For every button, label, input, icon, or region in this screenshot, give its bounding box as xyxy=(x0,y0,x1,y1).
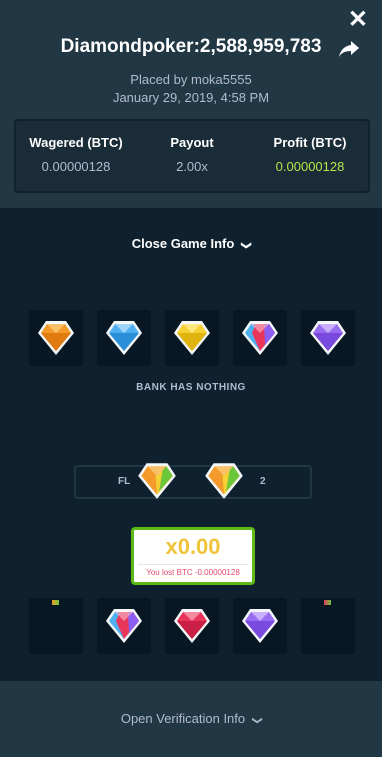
player-gem-4 xyxy=(233,598,287,654)
dealer-gem-2 xyxy=(97,310,151,366)
mini-gem-indicator xyxy=(52,600,59,605)
payout-stat: Payout 2.00x xyxy=(142,135,242,174)
result-multiplier: x0.00 xyxy=(165,534,221,559)
chevron-down-icon: ❯ xyxy=(251,716,263,725)
yellow-gem-icon xyxy=(174,321,210,355)
player-slot-5 xyxy=(301,598,355,654)
bet-title: Diamondpoker:2,588,959,783 xyxy=(60,36,322,57)
payout-value: 2.00x xyxy=(176,159,208,174)
placed-by: Placed by moka5555 xyxy=(130,72,252,87)
hand-slot-bar: FL 2 xyxy=(74,465,312,499)
result-lost-text: You lost BTC -0.00000128 xyxy=(146,568,240,577)
rainbow-gem-icon xyxy=(242,321,278,355)
verify-label: Open Verification Info xyxy=(120,711,246,726)
slot-label-right: 2 xyxy=(260,476,266,487)
chevron-down-icon: ❯ xyxy=(240,241,252,250)
profit-value: 0.00000128 xyxy=(275,159,345,174)
open-verification-toggle[interactable]: Open Verification Info ❯ xyxy=(0,711,382,726)
bet-date: January 29, 2019, 4:58 PM xyxy=(112,90,270,105)
floating-gem-2 xyxy=(205,463,243,499)
wagered-label: Wagered (BTC) xyxy=(29,135,123,150)
purple-gem-icon xyxy=(310,321,346,355)
dealer-gem-1 xyxy=(29,310,83,366)
red-gem-icon xyxy=(174,609,210,643)
bank-status: BANK HAS NOTHING xyxy=(136,382,246,393)
dealer-gem-3 xyxy=(165,310,219,366)
rainbow-gem-icon xyxy=(106,609,142,643)
orange-gem-icon xyxy=(38,321,74,355)
payout-label: Payout xyxy=(170,135,214,150)
slot-label-left: FL xyxy=(118,476,131,487)
player-gem-3 xyxy=(165,598,219,654)
purple-gem-icon xyxy=(242,609,278,643)
wagered-value: 0.00000128 xyxy=(41,159,111,174)
blue-gem-icon xyxy=(106,321,142,355)
wagered-stat: Wagered (BTC) 0.00000128 xyxy=(26,135,126,174)
profit-label: Profit (BTC) xyxy=(273,135,347,150)
mini-gem-indicator xyxy=(324,600,331,605)
profit-stat: Profit (BTC) 0.00000128 xyxy=(260,135,360,174)
result-card: x0.00 You lost BTC -0.00000128 xyxy=(131,527,255,585)
share-icon[interactable] xyxy=(338,40,360,58)
dealer-gem-4 xyxy=(233,310,287,366)
toggle-label: Close Game Info xyxy=(131,236,235,251)
player-slot-1 xyxy=(29,598,83,654)
game-info-header: ✕ Diamondpoker:2,588,959,783 Placed by m… xyxy=(0,0,382,208)
close-game-info-toggle[interactable]: Close Game Info ❯ xyxy=(0,236,382,251)
close-icon[interactable]: ✕ xyxy=(348,8,368,32)
dealer-gem-5 xyxy=(301,310,355,366)
bet-stats: Wagered (BTC) 0.00000128 Payout 2.00x Pr… xyxy=(14,119,370,193)
player-gem-2 xyxy=(97,598,151,654)
result-divider xyxy=(138,564,248,565)
floating-gem-1 xyxy=(138,463,176,499)
